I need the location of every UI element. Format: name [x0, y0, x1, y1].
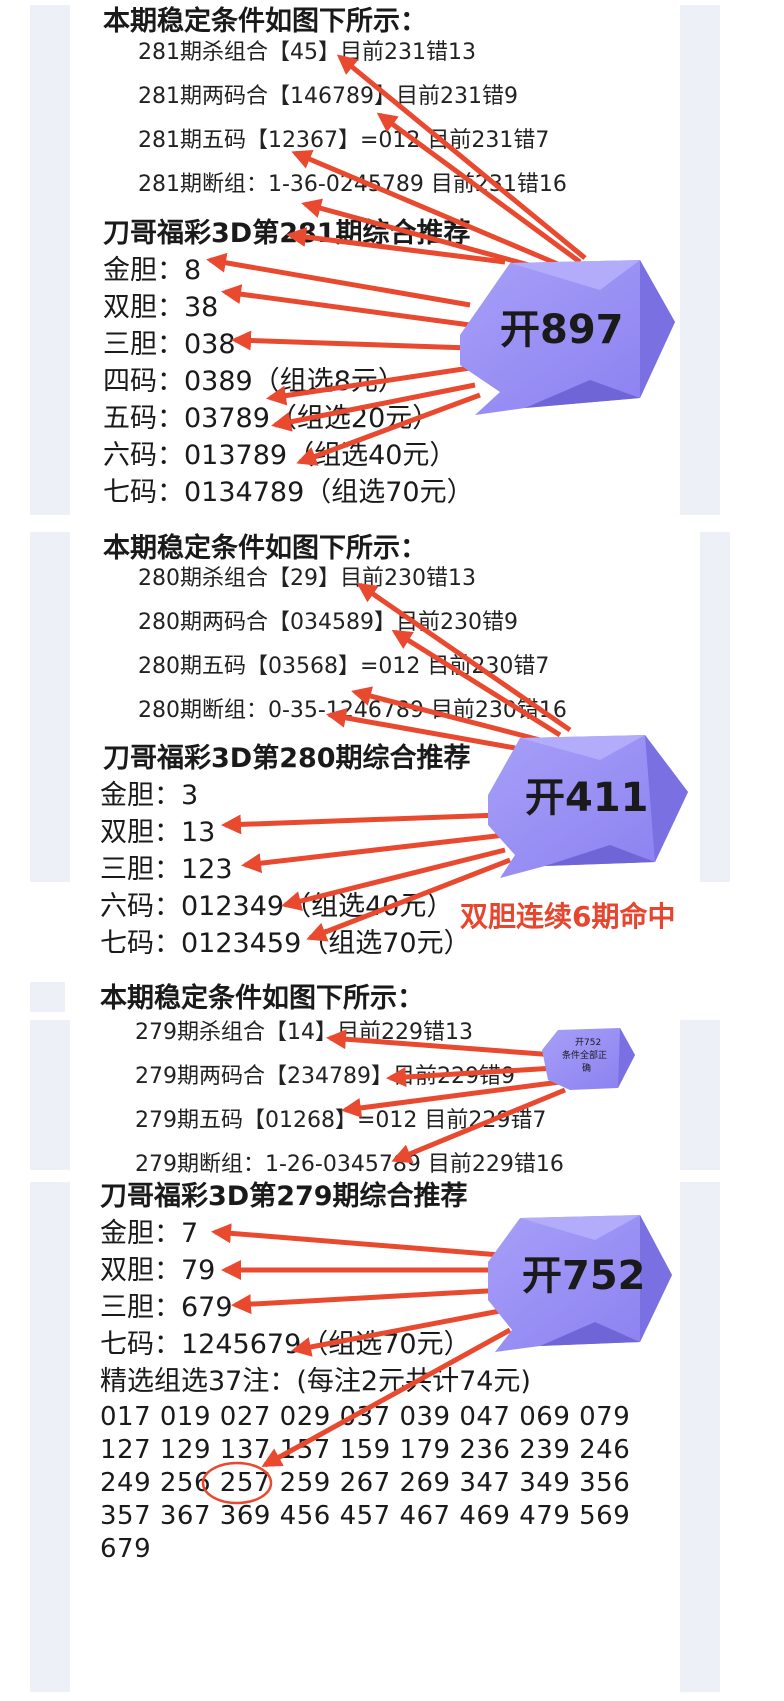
result-label: 开897: [500, 307, 624, 353]
annotation-overlay: [201, 54, 688, 1505]
highlight-circle: [201, 1461, 273, 1505]
small-gem-label: 开752: [575, 1038, 602, 1048]
result-label: 开752: [522, 1253, 646, 1299]
small-gem-label: 条件全部正: [562, 1051, 608, 1061]
small-gem-label: 确: [582, 1064, 592, 1074]
result-label: 开411: [525, 775, 649, 821]
